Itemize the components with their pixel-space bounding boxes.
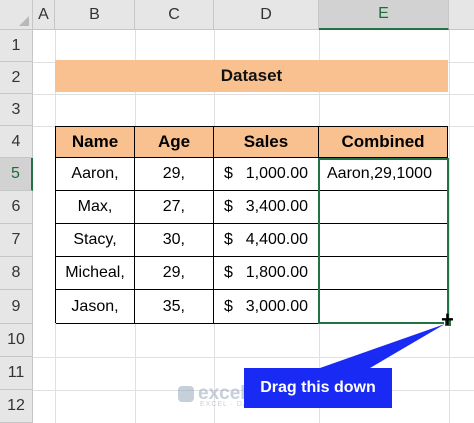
cell-name[interactable]: Jason, <box>56 290 135 324</box>
sales-value: 1,000.00 <box>245 165 308 182</box>
cell-name[interactable]: Micheal, <box>56 257 135 290</box>
sales-value: 4,400.00 <box>245 231 308 248</box>
currency-symbol: $ <box>224 165 233 182</box>
row-header-1[interactable]: 1 <box>0 30 33 62</box>
cell-age[interactable]: 29, <box>135 158 214 191</box>
row-header-6[interactable]: 6 <box>0 191 33 224</box>
row-header-8[interactable]: 8 <box>0 257 33 290</box>
cell-name[interactable]: Stacy, <box>56 224 135 257</box>
cell-name[interactable]: Aaron, <box>56 158 135 191</box>
row-header-7[interactable]: 7 <box>0 224 33 257</box>
sales-value: 3,000.00 <box>245 297 308 315</box>
cell-sales[interactable]: $1,800.00 <box>214 257 319 290</box>
column-header-c[interactable]: C <box>135 0 214 30</box>
cell-combined[interactable]: Aaron,29,1000 <box>319 158 448 191</box>
sales-value: 1,800.00 <box>245 264 308 281</box>
exceldemy-logo-icon <box>178 386 194 402</box>
cell-combined[interactable] <box>319 191 448 224</box>
cell-age[interactable]: 35, <box>135 290 214 324</box>
cell-age[interactable]: 30, <box>135 224 214 257</box>
column-header-d[interactable]: D <box>214 0 319 30</box>
cell-age[interactable]: 27, <box>135 191 214 224</box>
cell-sales[interactable]: $1,000.00 <box>214 158 319 191</box>
row-header-3[interactable]: 3 <box>0 94 33 126</box>
header-sales[interactable]: Sales <box>214 127 319 158</box>
cell-sales[interactable]: $3,400.00 <box>214 191 319 224</box>
currency-symbol: $ <box>224 297 233 315</box>
currency-symbol: $ <box>224 198 233 215</box>
cell-sales[interactable]: $4,400.00 <box>214 224 319 257</box>
gridline <box>33 94 474 95</box>
cell-combined[interactable] <box>319 257 448 290</box>
row-header-9[interactable]: 9 <box>0 290 33 324</box>
cell-combined[interactable] <box>319 224 448 257</box>
sales-value: 3,400.00 <box>245 198 308 215</box>
row-header-11[interactable]: 11 <box>0 357 33 390</box>
row-header-4[interactable]: 4 <box>0 126 33 158</box>
currency-symbol: $ <box>224 231 233 248</box>
column-header-e[interactable]: E <box>319 0 449 30</box>
header-age[interactable]: Age <box>135 127 214 158</box>
column-header-f[interactable] <box>449 0 474 30</box>
row-header-5[interactable]: 5 <box>0 158 33 191</box>
currency-symbol: $ <box>224 264 233 281</box>
select-all-button[interactable] <box>0 0 33 30</box>
cell-name[interactable]: Max, <box>56 191 135 224</box>
row-header-2[interactable]: 2 <box>0 62 33 94</box>
cell-age[interactable]: 29, <box>135 257 214 290</box>
header-combined[interactable]: Combined <box>319 127 448 158</box>
dataset-title[interactable]: Dataset <box>55 60 448 92</box>
spreadsheet: A B C D E 1 2 3 4 5 6 7 8 9 10 11 12 Dat… <box>0 0 474 423</box>
column-header-b[interactable]: B <box>55 0 135 30</box>
row-header-12[interactable]: 12 <box>0 390 33 423</box>
header-name[interactable]: Name <box>56 127 135 158</box>
column-header-a[interactable]: A <box>33 0 55 30</box>
instruction-callout: Drag this down <box>244 368 392 408</box>
row-header-10[interactable]: 10 <box>0 324 33 357</box>
